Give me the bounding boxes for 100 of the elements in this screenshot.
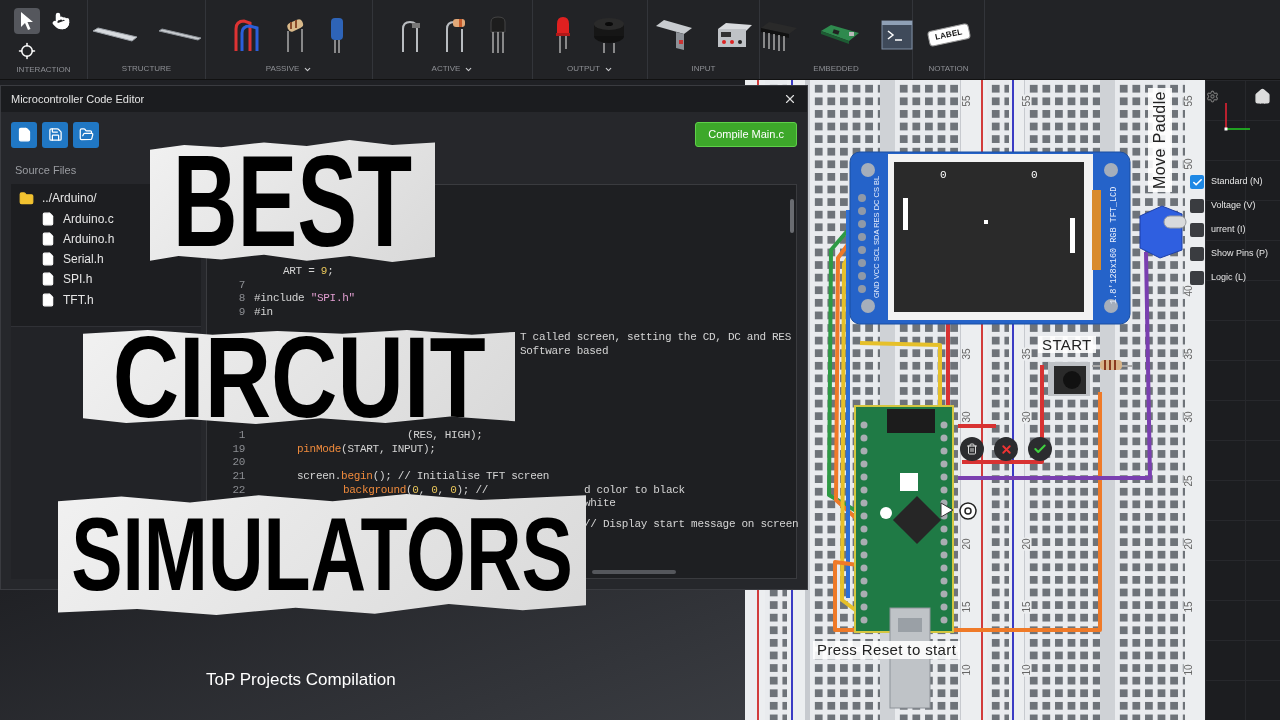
start-label: START (1038, 336, 1096, 353)
code-text: ART = 9; (283, 265, 334, 279)
file-tree-item[interactable]: Arduino.c (41, 210, 114, 227)
hint-label: Press Reset to start (813, 641, 961, 659)
row-number: 30 (961, 410, 972, 424)
view-mode-label: Show Pins (P) (1211, 247, 1269, 261)
cursor-icon (18, 11, 35, 31)
code-text: (RES, HIGH); (407, 429, 483, 443)
file-tree-item[interactable]: SPI.h (41, 271, 93, 288)
microcontroller-board-icon (819, 23, 861, 47)
capacitor-icon (328, 16, 346, 54)
group-label: PASSIVE (265, 63, 300, 75)
checkbox[interactable] (1190, 247, 1204, 261)
crosshair-icon (17, 42, 36, 60)
file-tree-item[interactable]: ../Arduino/ (19, 190, 97, 207)
line-number: 21 (232, 470, 245, 483)
group-label: STRUCTURE (121, 63, 172, 75)
code-text: screen.begin(); // Initialise TFT screen (297, 470, 550, 484)
file-icon (41, 252, 55, 266)
transistor-icon (487, 16, 508, 54)
row-number: 20 (1021, 537, 1032, 551)
headline-text: CIRCUIT (112, 331, 486, 423)
file-tree-item[interactable]: Arduino.h (41, 230, 115, 247)
component-tool-button[interactable] (13, 8, 40, 34)
save-icon (47, 127, 63, 142)
row-number: 20 (961, 537, 972, 551)
group-label: EMBEDDED (813, 63, 859, 75)
view-mode-label: Standard (N) (1211, 175, 1263, 189)
line-number: 20 (232, 456, 245, 469)
target-icon[interactable] (959, 502, 977, 520)
code-text: pinMode(START, INPUT); (297, 442, 436, 457)
row-number: 10 (961, 663, 972, 677)
axis-icon (1224, 102, 1252, 132)
component-tool-button[interactable]: LABEL (925, 14, 972, 56)
score-text: 0 (1031, 169, 1038, 181)
checkbox[interactable] (1190, 223, 1204, 237)
module-label: 1.8'128x160 RGB TFT_LCD (1109, 186, 1119, 304)
row-number: 15 (961, 600, 972, 614)
code-text: Software based (520, 344, 609, 359)
line-number: 19 (232, 442, 245, 455)
scrollbar-thumb[interactable] (592, 570, 676, 574)
row-number: 55 (961, 94, 972, 108)
breadboard-strip-icon (91, 27, 138, 43)
file-tree-item[interactable]: TFT.h (41, 291, 94, 308)
line-number: 8 (238, 292, 245, 305)
row-number: 55 (1183, 94, 1194, 108)
scrollbar-thumb[interactable] (790, 199, 794, 233)
row-number: 30 (1021, 410, 1032, 424)
row-number: 55 (1021, 94, 1032, 108)
new-file-button[interactable] (11, 121, 37, 148)
file-icon (41, 211, 55, 226)
code-text: d color to black (584, 483, 685, 498)
check-icon (1033, 442, 1047, 456)
group-label: OUTPUT (567, 63, 600, 75)
home-icon[interactable] (1254, 88, 1271, 105)
code-text: background(0, 0, 0); // (343, 483, 488, 498)
close-icon (999, 442, 1013, 456)
view-mode-label: urrent (I) (1211, 223, 1246, 237)
folder-icon (19, 190, 34, 206)
close-icon[interactable] (783, 92, 797, 106)
row-number: 35 (1021, 347, 1032, 361)
code-text: T called screen, setting the CD, DC and RES (520, 331, 791, 345)
checkbox[interactable] (1190, 175, 1204, 189)
buzzer-icon (592, 16, 626, 54)
row-number: 10 (1021, 663, 1032, 677)
open-folder-button[interactable] (73, 121, 99, 148)
group-label: ACTIVE (431, 63, 461, 75)
checkbox[interactable] (1190, 271, 1204, 285)
line-number: 9 (238, 306, 245, 319)
file-icon (41, 231, 55, 246)
headline-text: SIMULATORS (71, 512, 573, 597)
check-icon (1191, 176, 1203, 188)
file-icon (41, 292, 55, 307)
panel-heading: Source Files (14, 163, 78, 178)
group-label: INPUT (691, 63, 716, 75)
score-text: 0 (940, 169, 947, 181)
headline-text: BEST (172, 149, 413, 253)
code-text: #in (254, 306, 273, 320)
settings-icon[interactable] (1206, 90, 1219, 103)
code-text: #include "SPI.h" (254, 292, 355, 307)
trash-icon (966, 443, 978, 455)
folder-icon (78, 127, 94, 142)
line-number: 1 (238, 429, 245, 441)
breadboard-strip-icon (157, 28, 202, 42)
checkbox[interactable] (1190, 199, 1204, 213)
file-tree-item[interactable]: Serial.h (41, 251, 104, 267)
caption-text: ToP Projects Compilation (206, 669, 396, 691)
label-tag: LABEL (926, 22, 971, 48)
view-mode-label: Voltage (V) (1211, 199, 1256, 213)
row-number: 15 (1021, 600, 1032, 614)
line-number: 7 (238, 278, 245, 291)
file-icon (16, 127, 32, 142)
group-label: NOTATION (928, 63, 969, 75)
terminal-icon (881, 20, 913, 50)
save-button[interactable] (42, 121, 68, 148)
paddle-label: Move Paddle (1148, 88, 1172, 192)
group-label: INTERACTION (16, 64, 71, 76)
line-number: 22 (232, 483, 245, 496)
hand-pointer-icon (51, 12, 70, 30)
view-mode-label: Logic (L) (1211, 271, 1246, 285)
